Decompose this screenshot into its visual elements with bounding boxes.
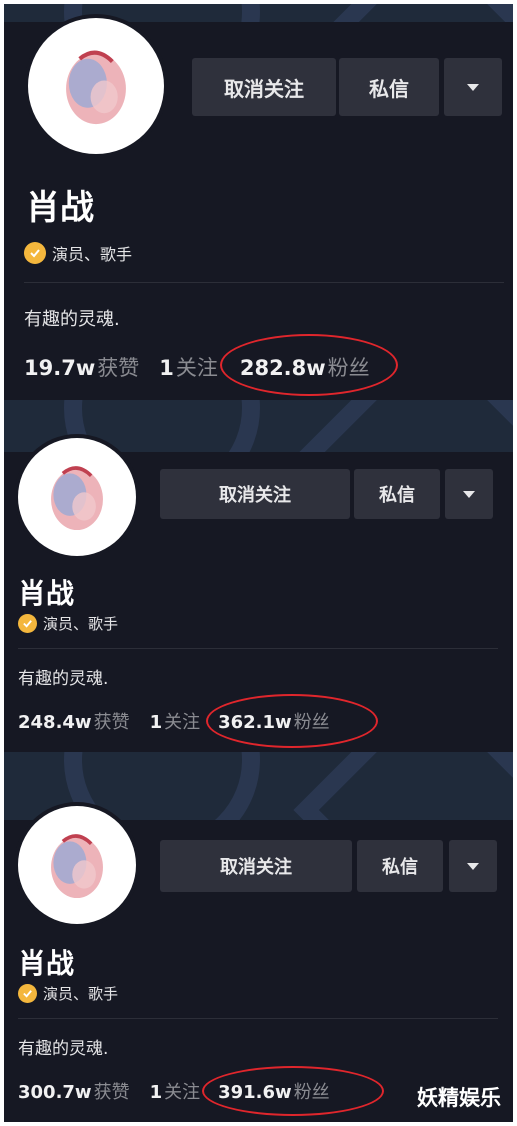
message-label: 私信 bbox=[369, 76, 409, 101]
likes-count: 248.4w bbox=[18, 712, 92, 733]
following-count: 1 bbox=[149, 1082, 163, 1103]
likes-count: 300.7w bbox=[18, 1082, 92, 1103]
verified-label: 演员、歌手 bbox=[52, 245, 133, 264]
verified-check-icon bbox=[18, 614, 37, 633]
avatar[interactable] bbox=[18, 806, 136, 924]
unfollow-label: 取消关注 bbox=[224, 76, 304, 101]
likes-label[interactable]: 获赞 bbox=[97, 352, 139, 382]
verified-tag: 演员、歌手 bbox=[18, 613, 118, 634]
more-button[interactable] bbox=[444, 58, 502, 116]
message-button[interactable]: 私信 bbox=[339, 58, 439, 116]
more-button[interactable] bbox=[445, 469, 493, 519]
bio-text: 有趣的灵魂. bbox=[18, 669, 109, 689]
profile-panel: 取消关注 私信 肖战 演员、歌手 有趣的灵魂. 300.7w 获赞 1 关注 3… bbox=[4, 806, 513, 1122]
profile-panel: 取消关注 私信 肖战 演员、歌手 有趣的灵魂. 19.7w 获赞 1 关注 28… bbox=[4, 4, 513, 400]
divider bbox=[18, 1018, 498, 1019]
highlight-circle bbox=[206, 694, 378, 748]
heart-artwork-icon bbox=[66, 50, 126, 125]
heart-artwork-icon bbox=[51, 466, 103, 531]
following-label[interactable]: 关注 bbox=[164, 1078, 200, 1104]
chevron-down-icon bbox=[463, 490, 475, 498]
following-count: 1 bbox=[159, 356, 174, 380]
screenshot-collage: 取消关注 私信 肖战 演员、歌手 有趣的灵魂. 19.7w 获赞 1 关注 28… bbox=[4, 4, 513, 1122]
avatar[interactable] bbox=[28, 18, 164, 154]
verified-label: 演员、歌手 bbox=[43, 985, 119, 1003]
following-label[interactable]: 关注 bbox=[164, 708, 200, 734]
unfollow-button[interactable]: 取消关注 bbox=[192, 58, 336, 116]
divider bbox=[24, 282, 504, 283]
verified-check-icon bbox=[24, 242, 46, 264]
unfollow-button[interactable]: 取消关注 bbox=[160, 840, 352, 892]
bio-text: 有趣的灵魂. bbox=[24, 309, 120, 330]
message-button[interactable]: 私信 bbox=[354, 469, 440, 519]
chevron-down-icon bbox=[467, 862, 479, 870]
verified-label: 演员、歌手 bbox=[43, 615, 119, 633]
message-label: 私信 bbox=[382, 857, 418, 878]
more-button[interactable] bbox=[449, 840, 497, 892]
likes-label[interactable]: 获赞 bbox=[94, 1078, 130, 1104]
verified-tag: 演员、歌手 bbox=[24, 241, 132, 265]
message-button[interactable]: 私信 bbox=[357, 840, 443, 892]
profile-panel: 取消关注 私信 肖战 演员、歌手 有趣的灵魂. 248.4w 获赞 1 关注 3… bbox=[4, 438, 513, 752]
watermark: 妖精娱乐 bbox=[417, 1086, 501, 1110]
verified-check-icon bbox=[18, 984, 37, 1003]
profile-name: 肖战 bbox=[26, 188, 94, 228]
unfollow-button[interactable]: 取消关注 bbox=[160, 469, 350, 519]
chevron-down-icon bbox=[467, 83, 479, 91]
heart-artwork-icon bbox=[51, 834, 103, 899]
avatar[interactable] bbox=[18, 438, 136, 556]
following-count: 1 bbox=[149, 712, 163, 733]
unfollow-label: 取消关注 bbox=[220, 857, 292, 878]
profile-name: 肖战 bbox=[18, 947, 75, 980]
likes-count: 19.7w bbox=[24, 356, 96, 380]
following-label[interactable]: 关注 bbox=[176, 352, 218, 382]
unfollow-label: 取消关注 bbox=[219, 485, 291, 506]
profile-name: 肖战 bbox=[18, 577, 75, 610]
highlight-circle bbox=[202, 1066, 384, 1116]
message-label: 私信 bbox=[379, 485, 415, 506]
highlight-circle bbox=[220, 334, 398, 396]
verified-tag: 演员、歌手 bbox=[18, 983, 118, 1004]
likes-label[interactable]: 获赞 bbox=[94, 708, 130, 734]
divider bbox=[18, 648, 498, 649]
bio-text: 有趣的灵魂. bbox=[18, 1039, 109, 1059]
